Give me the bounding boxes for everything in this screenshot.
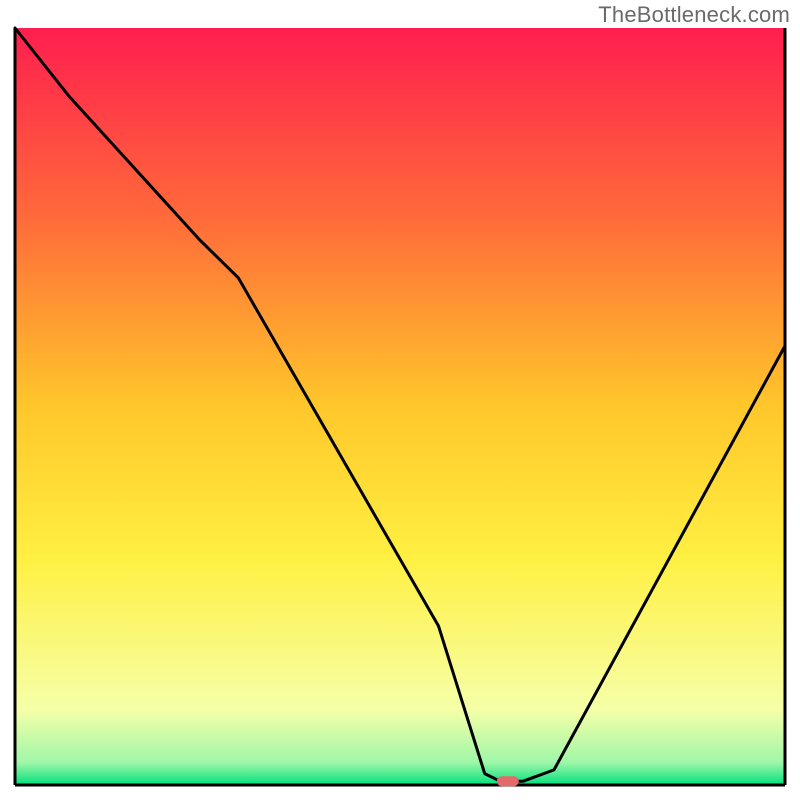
optimal-marker xyxy=(497,776,519,786)
bottleneck-chart xyxy=(0,0,800,800)
chart-background-gradient xyxy=(15,28,785,785)
watermark-text: TheBottleneck.com xyxy=(598,2,790,28)
chart-container: TheBottleneck.com xyxy=(0,0,800,800)
